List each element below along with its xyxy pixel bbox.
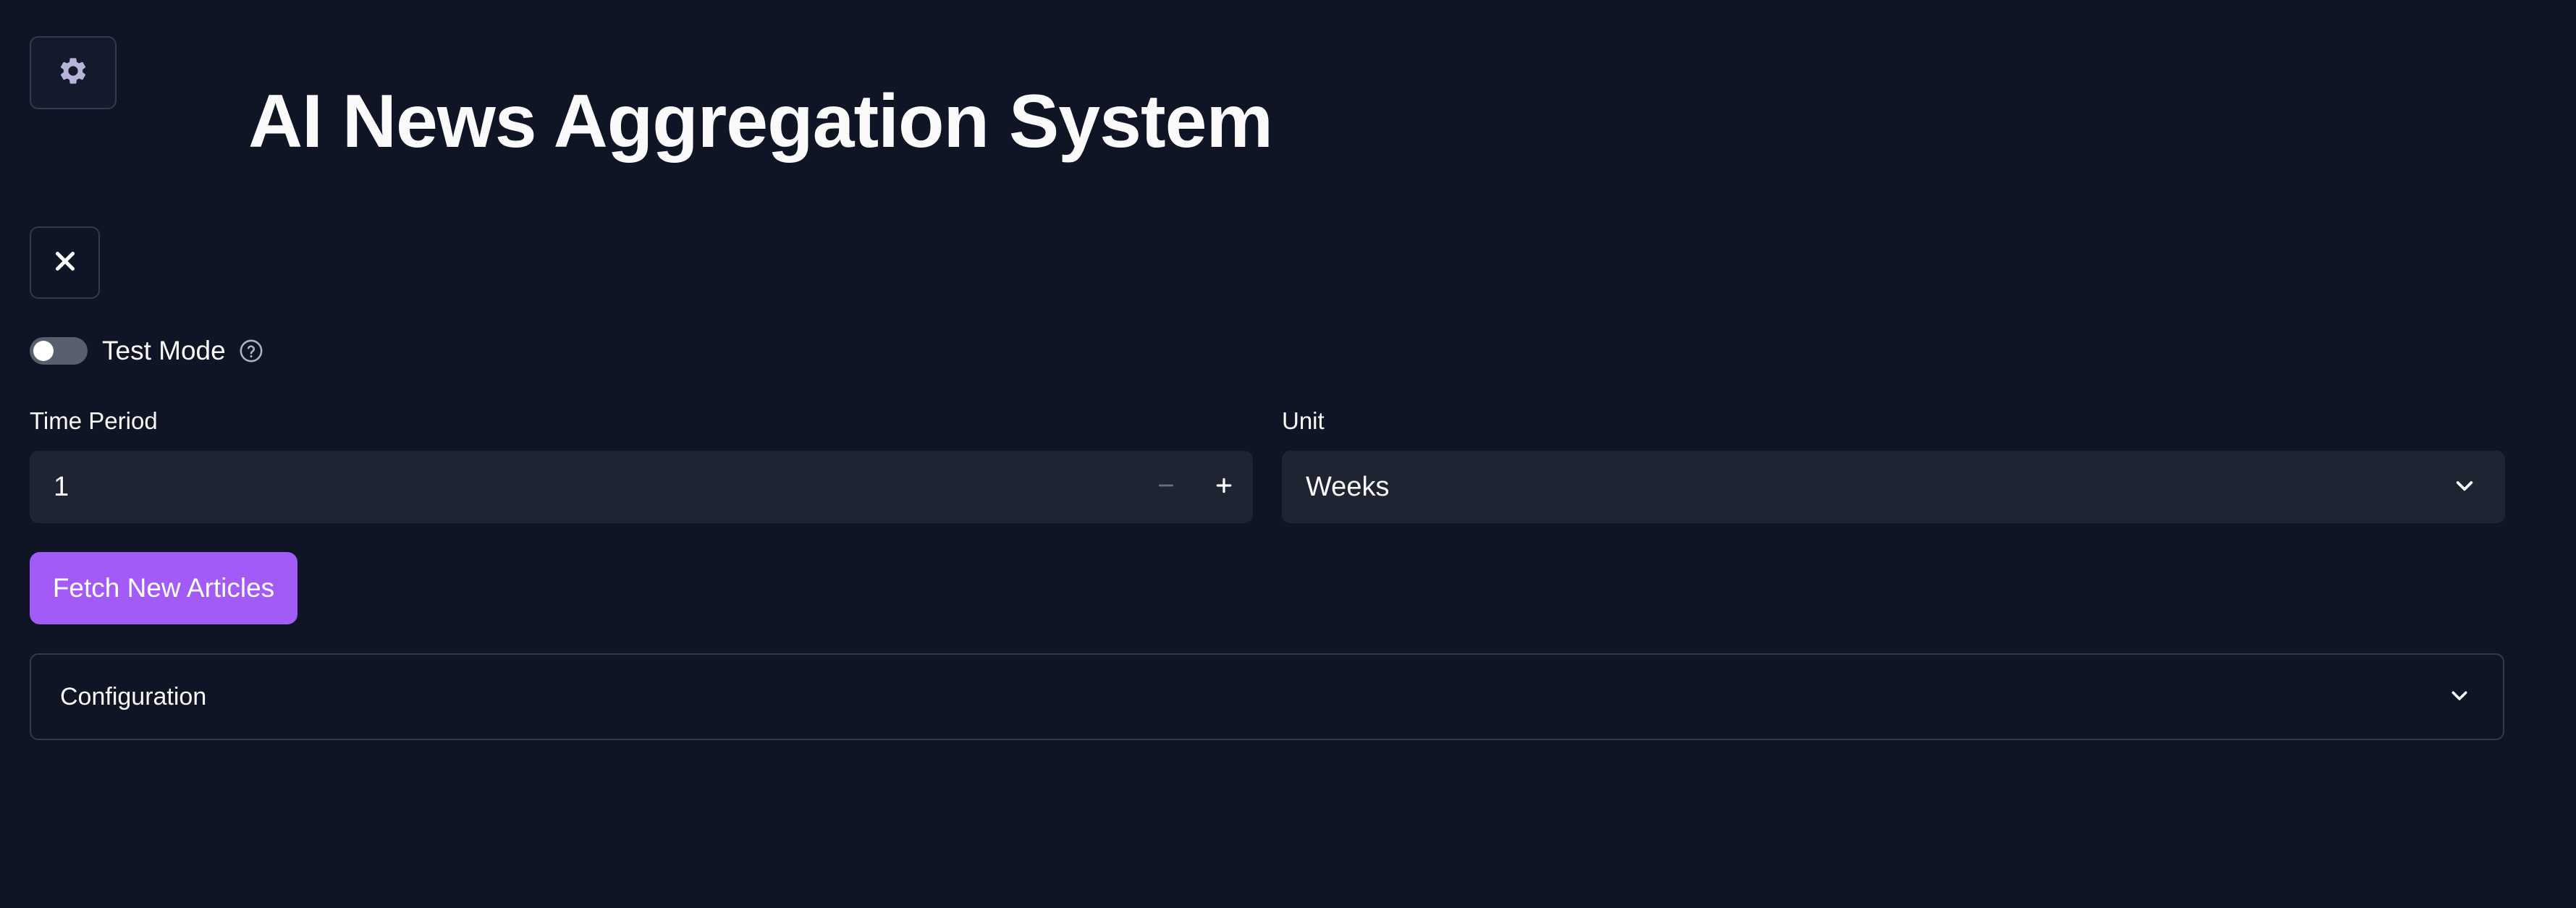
unit-label: Unit (1282, 407, 1325, 434)
test-mode-row: Test Mode (30, 329, 263, 373)
test-mode-toggle[interactable] (30, 337, 88, 365)
time-period-input (30, 451, 1253, 523)
chevron-down-icon (2453, 474, 2476, 501)
unit-select[interactable]: Weeks (1282, 451, 2505, 523)
unit-selected-value: Weeks (1306, 471, 1390, 502)
increment-button[interactable] (1195, 451, 1253, 523)
fetch-new-articles-button[interactable]: Fetch New Articles (30, 552, 297, 624)
close-button[interactable] (30, 226, 100, 299)
chevron-down-icon (2449, 684, 2470, 710)
time-period-field[interactable] (30, 470, 1137, 504)
settings-button[interactable] (30, 36, 117, 109)
close-icon (52, 248, 78, 278)
toggle-knob (33, 341, 54, 361)
test-mode-label: Test Mode (102, 336, 226, 365)
plus-icon (1215, 476, 1233, 498)
decrement-button[interactable] (1137, 451, 1195, 523)
page-title: AI News Aggregation System (248, 80, 1273, 164)
gear-icon (57, 55, 89, 90)
minus-icon (1157, 476, 1175, 498)
question-circle-icon[interactable] (239, 339, 263, 363)
configuration-label: Configuration (60, 682, 207, 710)
configuration-expander[interactable]: Configuration (30, 653, 2504, 740)
app-page: AI News Aggregation System Test Mode Tim… (0, 0, 2576, 908)
time-period-label: Time Period (30, 407, 158, 434)
